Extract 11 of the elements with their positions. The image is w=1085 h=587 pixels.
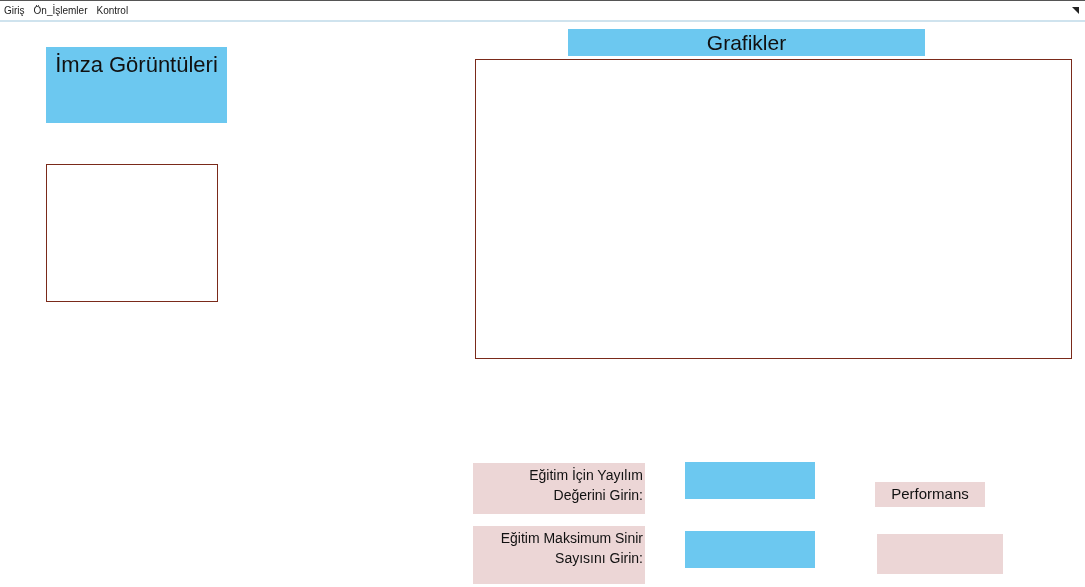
field-label: Eğitim İçin Yayılım Değerini Girin:	[473, 463, 645, 514]
input-field[interactable]	[685, 462, 815, 499]
panel-title: Grafikler	[706, 32, 787, 53]
performance-button[interactable]: Performans	[875, 482, 985, 507]
resize-icon	[1072, 7, 1079, 14]
menu-item[interactable]: Giriş	[4, 3, 25, 18]
panel-title: İmza Görüntüleri	[55, 51, 218, 79]
field-label: Eğitim Maksimum Sinir Sayısını Girin:	[473, 526, 645, 584]
menu-item[interactable]: Ön_İşlemler	[33, 3, 88, 18]
menu-item[interactable]: Kontrol	[96, 3, 129, 18]
input-field[interactable]	[685, 531, 815, 568]
